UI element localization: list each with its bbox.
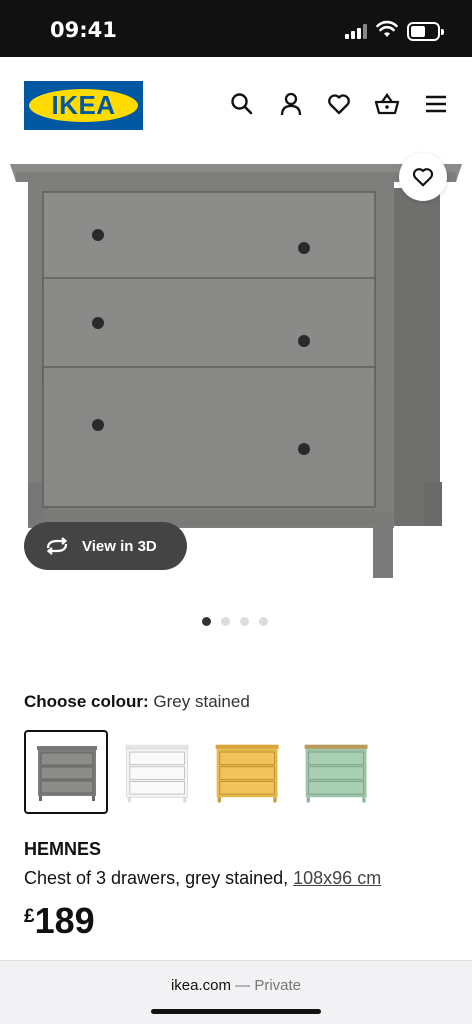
browser-private-mode: Private	[254, 977, 302, 994]
chest-thumbnail	[125, 744, 189, 803]
colour-swatch-white[interactable]	[113, 730, 197, 814]
wifi-icon	[376, 20, 398, 37]
cellular-signal-icon	[345, 24, 369, 39]
ikea-logo[interactable]: IKEA	[24, 81, 143, 130]
favourite-button[interactable]	[399, 153, 447, 201]
status-bar: 09:41	[0, 0, 472, 57]
account-icon[interactable]	[278, 91, 304, 117]
home-indicator[interactable]	[151, 1009, 321, 1014]
colour-swatch-yellow[interactable]	[203, 730, 287, 814]
product-price: £189	[24, 900, 95, 942]
carousel-dot[interactable]	[202, 617, 211, 626]
battery-icon	[407, 22, 444, 41]
product-dimensions-link[interactable]: 108x96 cm	[293, 868, 381, 888]
choose-colour: Choose colour: Grey stained	[24, 692, 250, 712]
chest-thumbnail	[304, 744, 368, 803]
menu-icon[interactable]	[423, 91, 449, 117]
choose-colour-label: Choose colour:	[24, 692, 149, 711]
chest-thumbnail	[215, 744, 279, 803]
logo-text: IKEA	[51, 90, 116, 120]
rotate-3d-icon	[46, 537, 68, 555]
heart-icon[interactable]	[326, 91, 352, 117]
heart-icon	[412, 168, 434, 187]
status-time: 09:41	[50, 18, 117, 42]
image-carousel-dots	[202, 617, 268, 627]
product-description: Chest of 3 drawers, grey stained, 108x96…	[24, 868, 381, 889]
selected-colour: Grey stained	[153, 692, 250, 711]
price-amount: 189	[34, 900, 95, 941]
carousel-dot[interactable]	[240, 617, 249, 626]
view-in-3d-button[interactable]: View in 3D	[24, 522, 187, 570]
basket-icon[interactable]	[374, 91, 400, 117]
price-currency: £	[24, 906, 35, 927]
chest-thumbnail	[37, 746, 97, 801]
carousel-dot[interactable]	[221, 617, 230, 626]
browser-url[interactable]: ikea.com — Private	[0, 977, 472, 994]
site-header: IKEA	[0, 57, 472, 152]
view-in-3d-label: View in 3D	[82, 537, 157, 555]
product-name: HEMNES	[24, 839, 102, 859]
browser-address-bar[interactable]: ikea.com — Private	[0, 960, 472, 1024]
carousel-dot[interactable]	[259, 617, 268, 626]
browser-separator: —	[231, 977, 255, 994]
browser-domain: ikea.com	[170, 977, 231, 994]
search-icon[interactable]	[229, 91, 255, 117]
colour-swatch-grey[interactable]	[24, 730, 108, 814]
colour-swatch-green[interactable]	[292, 730, 376, 814]
product-description-text: Chest of 3 drawers, grey stained,	[24, 868, 294, 888]
